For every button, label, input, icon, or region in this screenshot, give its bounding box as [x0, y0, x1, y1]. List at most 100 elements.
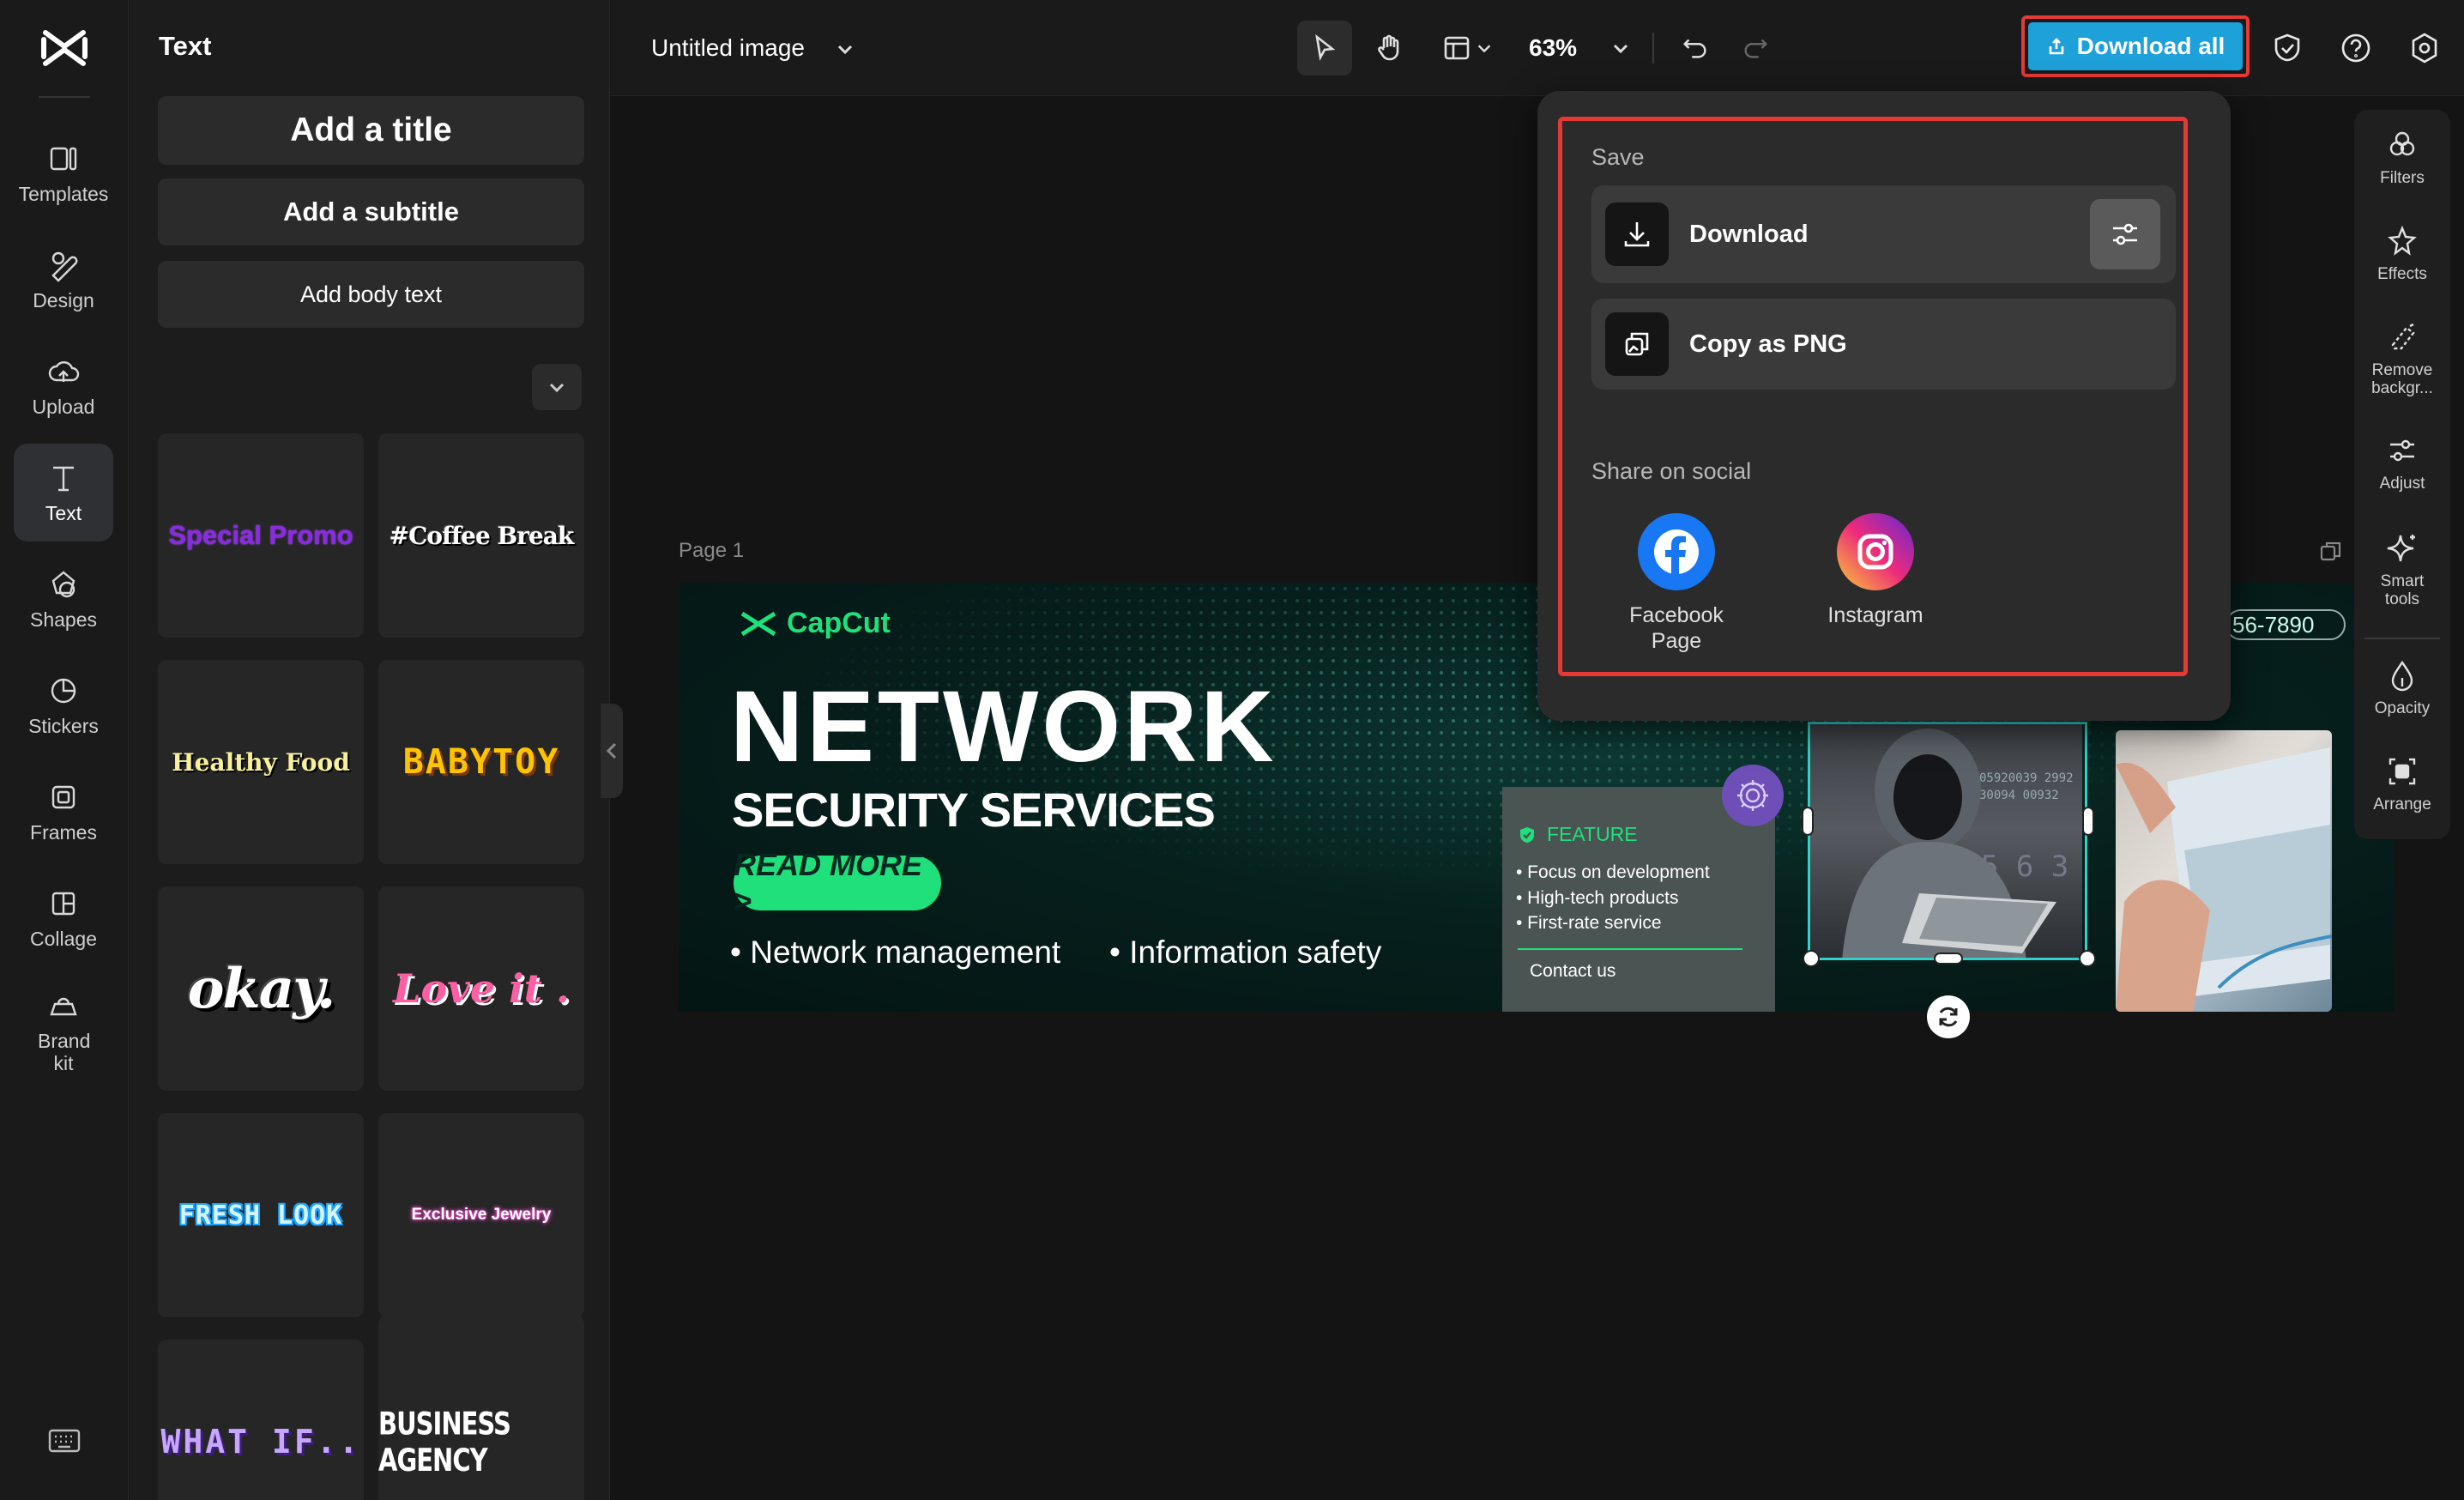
hands-photo[interactable] — [2116, 730, 2332, 1012]
download-settings-button[interactable] — [2090, 199, 2160, 269]
text-preset-tile[interactable]: FRESH LOOK — [158, 1113, 364, 1317]
instagram-icon — [1837, 513, 1914, 590]
top-toolbar: Untitled image 63% Download all — [611, 0, 2464, 96]
gear-badge — [1722, 765, 1784, 826]
hand-tool-button[interactable] — [1364, 21, 1416, 76]
nav-label: Upload — [33, 396, 95, 418]
text-preset-tile[interactable]: okay. — [158, 886, 364, 1091]
add-title-button[interactable]: Add a title — [158, 96, 584, 165]
download-option[interactable]: Download — [1591, 185, 2176, 283]
redo-button[interactable] — [1731, 21, 1779, 76]
select-tool-button[interactable] — [1297, 21, 1352, 76]
text-preset-tile[interactable]: Love it . — [378, 886, 584, 1091]
share-instagram-button[interactable]: Instagram — [1798, 513, 1953, 628]
divider — [2364, 638, 2440, 639]
text-preset-tile[interactable]: BABYTOY — [378, 660, 584, 864]
download-all-highlight: Download all — [2021, 15, 2250, 77]
opacity-drop-icon — [2386, 659, 2419, 692]
text-preset-tile[interactable]: Special Promo — [158, 433, 364, 638]
tool-opacity[interactable]: Opacity — [2354, 659, 2450, 718]
download-all-button[interactable]: Download all — [2028, 22, 2243, 70]
text-icon — [46, 461, 81, 495]
nav-brand-kit[interactable]: Brand kit — [14, 976, 113, 1087]
copy-icon-box — [1605, 312, 1669, 376]
resize-handle[interactable] — [2082, 807, 2094, 836]
resize-handle[interactable] — [1934, 953, 1963, 965]
zoom-level[interactable]: 63% — [1529, 34, 1577, 62]
page-label: Page 1 — [679, 539, 744, 563]
shield-icon — [2270, 31, 2304, 65]
tool-filters[interactable]: Filters — [2354, 129, 2450, 188]
shield-button[interactable] — [2270, 31, 2304, 65]
keyboard-shortcuts-icon[interactable] — [48, 1428, 81, 1454]
nav-templates[interactable]: Templates — [14, 124, 113, 222]
layout-icon — [1441, 33, 1472, 64]
selection-box[interactable] — [1808, 722, 2087, 960]
tool-effects[interactable]: Effects — [2354, 225, 2450, 284]
text-preset-tile[interactable]: #Coffee Break — [378, 433, 584, 638]
chevron-down-icon[interactable] — [1611, 39, 1630, 57]
feature-item: • Focus on development — [1516, 862, 1710, 883]
undo-icon — [1681, 33, 1710, 63]
text-preset-tile[interactable]: BUSINESS AGENCY — [378, 1314, 584, 1500]
duplicate-page-icon[interactable] — [2318, 539, 2344, 565]
pointer-icon — [1309, 33, 1340, 64]
resize-handle[interactable] — [2079, 950, 2096, 967]
nav-frames[interactable]: Frames — [14, 763, 113, 861]
collage-icon — [46, 886, 81, 921]
nav-stickers[interactable]: Stickers — [14, 656, 113, 754]
tool-label: Effects — [2377, 266, 2427, 284]
add-subtitle-button[interactable]: Add a subtitle — [158, 178, 584, 245]
gear-icon — [2407, 31, 2442, 65]
layout-menu-button[interactable] — [1433, 21, 1501, 76]
help-button[interactable] — [2339, 31, 2373, 65]
resize-handle[interactable] — [1802, 807, 1814, 836]
text-preset-tile[interactable]: Healthy Food — [158, 660, 364, 864]
nav-upload[interactable]: Upload — [14, 337, 113, 435]
banner-title: NETWORK — [730, 668, 1277, 785]
nav-design[interactable]: Design — [14, 231, 113, 329]
shield-check-icon — [1518, 826, 1537, 844]
undo-button[interactable] — [1671, 21, 1719, 76]
nav-label: Shapes — [30, 608, 97, 631]
nav-text[interactable]: Text — [14, 444, 113, 541]
expand-presets-button[interactable] — [532, 364, 582, 410]
phone-number: 56-7890 — [2225, 609, 2346, 640]
copy-as-png-label: Copy as PNG — [1689, 330, 1847, 359]
design-icon — [46, 248, 81, 282]
effects-icon — [2386, 225, 2419, 257]
nav-collage[interactable]: Collage — [14, 869, 113, 967]
share-facebook-button[interactable]: Facebook Page — [1599, 513, 1754, 654]
divider — [1518, 948, 1742, 950]
tool-label: Smart tools — [2376, 573, 2428, 609]
gear-icon — [1733, 776, 1773, 815]
tablet-hands-image — [2116, 730, 2332, 1012]
settings-button[interactable] — [2407, 31, 2442, 65]
chevron-left-icon — [606, 741, 618, 760]
chevron-down-icon — [547, 378, 566, 396]
rotate-handle[interactable] — [1927, 995, 1970, 1038]
text-preset-tile[interactable]: WHAT IF.. — [158, 1340, 364, 1500]
tool-remove-background[interactable]: Remove backgr... — [2354, 321, 2450, 398]
frames-icon — [46, 780, 81, 814]
download-all-label: Download all — [2077, 33, 2225, 60]
tool-smart-tools[interactable]: Smart tools — [2354, 532, 2450, 609]
add-body-text-button[interactable]: Add body text — [158, 261, 584, 328]
capcut-logo-icon[interactable] — [39, 24, 90, 72]
tool-arrange[interactable]: Arrange — [2354, 755, 2450, 814]
arrange-icon — [2386, 755, 2419, 788]
copy-as-png-option[interactable]: Copy as PNG — [1591, 299, 2176, 390]
document-name[interactable]: Untitled image — [651, 34, 805, 62]
share-section-label: Share on social — [1591, 458, 1751, 485]
filters-icon — [2386, 129, 2419, 161]
panel-collapse-handle[interactable] — [601, 704, 623, 798]
tool-adjust[interactable]: Adjust — [2354, 434, 2450, 493]
divider — [1652, 33, 1654, 64]
resize-handle[interactable] — [1803, 950, 1820, 967]
text-preset-tile[interactable]: Exclusive Jewelry — [378, 1113, 584, 1317]
tool-label: Adjust — [2380, 475, 2425, 493]
nav-shapes[interactable]: Shapes — [14, 550, 113, 648]
download-icon — [1620, 217, 1654, 251]
chevron-down-icon[interactable] — [836, 39, 855, 58]
copy-image-icon — [1620, 327, 1654, 361]
